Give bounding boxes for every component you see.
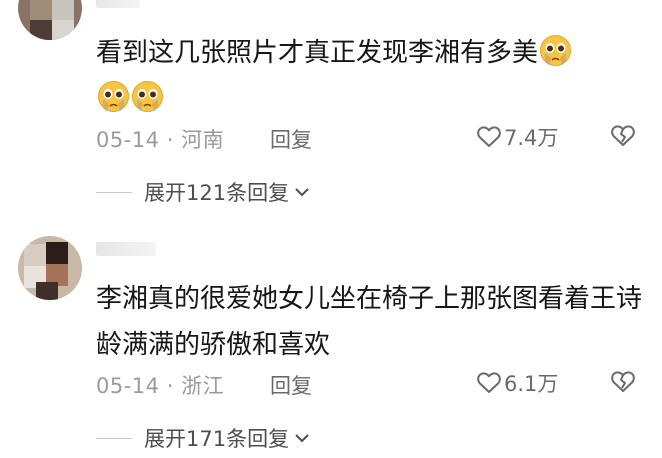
comment-meta: 05-14 · 浙江 回复 6.1万 [96, 366, 636, 402]
comment-meta: 05-14 · 河南 回复 7.4万 [96, 120, 636, 156]
reply-button[interactable]: 回复 [270, 124, 312, 154]
divider [96, 191, 132, 193]
expand-label: 展开121条回复 [144, 181, 290, 205]
dislike-button[interactable] [610, 370, 636, 399]
heart-outline-icon [477, 372, 501, 393]
expand-replies-button[interactable]: 展开171条回复 [96, 422, 311, 454]
heart-outline-icon [477, 126, 501, 147]
comment-date: 05-14 [96, 374, 160, 398]
broken-heart-icon [611, 125, 635, 146]
comment-location: 河南 [181, 128, 225, 152]
expand-replies-button[interactable]: 展开121条回复 [96, 176, 311, 208]
date-location: 05-14 · 河南 [96, 124, 224, 154]
reply-button[interactable]: 回复 [270, 370, 312, 400]
comment-body: 李湘真的很爱她女儿坐在椅子上那张图看着王诗龄满满的骄傲和喜欢 [96, 284, 643, 360]
crying-face-emoji-icon [131, 80, 164, 113]
username[interactable] [96, 242, 156, 256]
chevron-down-icon [295, 188, 309, 197]
avatar[interactable] [18, 236, 82, 300]
crying-face-emoji-icon [539, 34, 572, 67]
meta-separator: · [166, 128, 174, 152]
divider [96, 437, 132, 439]
like-button[interactable]: 6.1万 [476, 368, 558, 398]
username[interactable] [96, 0, 140, 8]
crying-face-emoji-icon [97, 80, 130, 113]
comment-body: 看到这几张照片才真正发现李湘有多美 [96, 38, 539, 68]
like-button[interactable]: 7.4万 [476, 122, 558, 152]
expand-label: 展开171条回复 [144, 427, 290, 451]
like-count: 6.1万 [504, 372, 559, 396]
broken-heart-icon [611, 371, 635, 392]
chevron-down-icon [295, 434, 309, 443]
avatar[interactable] [18, 0, 82, 40]
comment-location: 浙江 [181, 374, 225, 398]
date-location: 05-14 · 浙江 [96, 370, 224, 400]
meta-separator: · [166, 374, 174, 398]
comment-text: 李湘真的很爱她女儿坐在椅子上那张图看着王诗龄满满的骄傲和喜欢 [96, 276, 644, 368]
comment-date: 05-14 [96, 128, 160, 152]
comment-text: 看到这几张照片才真正发现李湘有多美 [96, 30, 644, 122]
dislike-button[interactable] [610, 124, 636, 153]
like-count: 7.4万 [504, 126, 559, 150]
